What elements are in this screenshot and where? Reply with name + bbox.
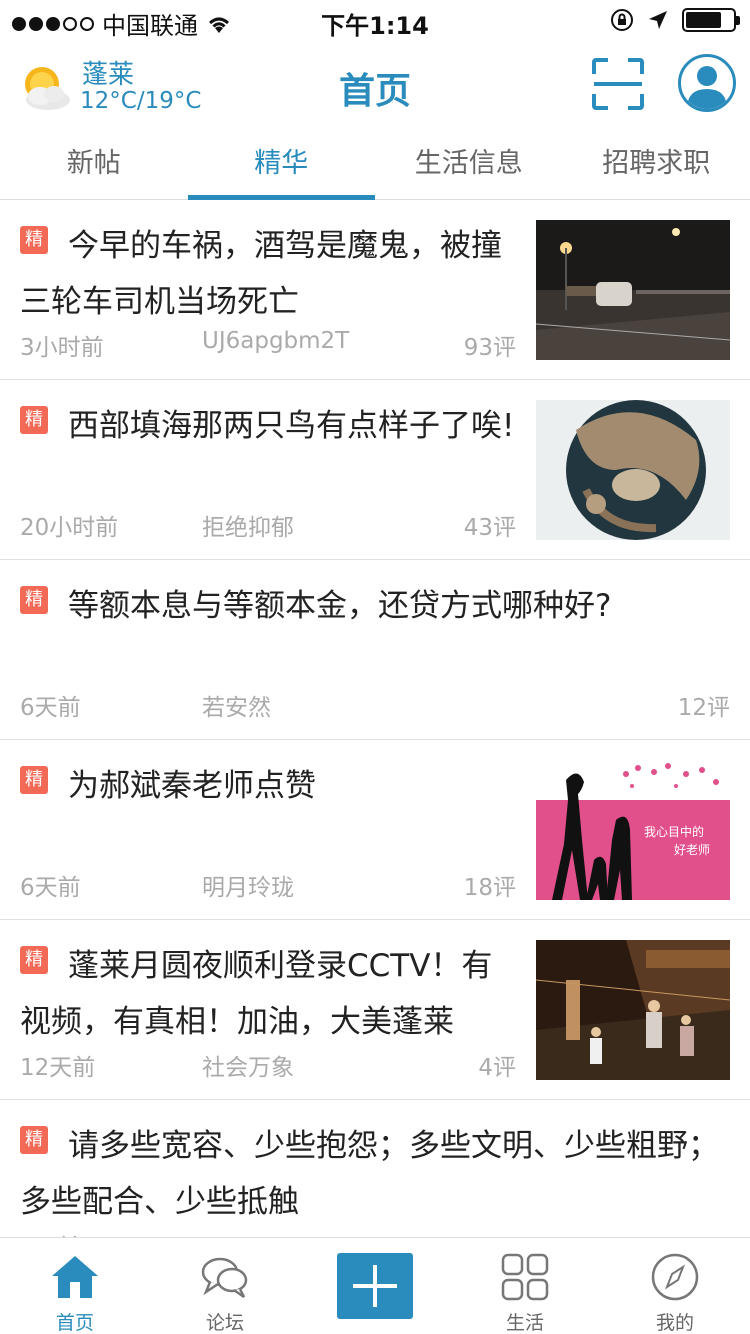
comment-count: 43评 [463,515,516,541]
post-time: 6天前 [20,695,81,721]
tabbar-label: 我的 [655,1312,694,1334]
bottom-tab-bar: 首页 论坛 生活 我的 [0,1237,750,1334]
thumb-caption-line2: 好老师 [674,843,710,857]
list-item[interactable]: 精 请多些宽容、少些抱怨；多些文明、少些粗野；多些配合、少些抵触 7天前 [0,1100,750,1237]
grid-icon [501,1253,549,1301]
post-author: 拒绝抑郁 [202,515,294,541]
category-tabs: 新帖 精华 生活信息 招聘求职 [0,132,750,200]
list-item[interactable]: 精 蓬莱月圆夜顺利登录CCTV！有视频，有真相！加油，大美蓬莱 12天前 社会万… [0,920,750,1100]
post-title: 蓬莱月圆夜顺利登录CCTV！有视频，有真相！加油，大美蓬莱 [20,948,493,1040]
list-item[interactable]: 精 西部填海那两只鸟有点样子了唉! 20小时前 拒绝抑郁 43评 [0,380,750,560]
app-header: 蓬莱 12°C/19°C 首页 [0,40,750,132]
compass-icon [651,1253,699,1301]
post-title: 为郝斌秦老师点赞 [68,768,316,804]
post-title: 等额本息与等额本金，还贷方式哪种好? [68,588,612,624]
post-list: 精 今早的车祸，酒驾是魔鬼，被撞三轮车司机当场死亡 3小时前 UJ6apgbm2… [0,200,750,1237]
tab-life-info[interactable]: 生活信息 [375,132,563,199]
user-avatar[interactable] [678,54,736,112]
post-title: 西部填海那两只鸟有点样子了唉! [68,408,515,444]
tabbar-label: 首页 [55,1312,94,1334]
tab-featured[interactable]: 精华 [187,132,376,200]
tab-new-posts[interactable]: 新帖 [0,132,188,199]
post-thumbnail[interactable]: 我心目中的 好老师 [536,760,730,900]
tabbar-label: 论坛 [205,1312,244,1334]
comment-count: 93评 [463,335,516,361]
comment-count: 4评 [478,1055,516,1081]
battery-icon [682,8,740,32]
user-icon [687,66,727,109]
plus-icon [353,1265,397,1307]
post-author: 社会万象 [202,1055,294,1081]
new-post-button[interactable] [337,1253,413,1319]
post-thumbnail[interactable] [536,940,730,1080]
post-title: 今早的车祸，酒驾是魔鬼，被撞三轮车司机当场死亡 [20,228,502,320]
list-item[interactable]: 精 等额本息与等额本金，还贷方式哪种好? 6天前 若安然 12评 [0,560,750,740]
rotation-lock-icon [611,9,633,31]
post-time: 12天前 [20,1055,96,1081]
post-time: 7天前 [20,1228,81,1237]
tabbar-label: 生活 [505,1312,544,1334]
list-item[interactable]: 精 为郝斌秦老师点赞 6天前 明月玲珑 18评 我心目中的 好老师 [0,740,750,920]
tabbar-profile[interactable]: 我的 [600,1238,750,1334]
post-thumbnail[interactable] [536,220,730,360]
status-bar: 中国联通 下午1:14 [0,0,750,40]
tabbar-home[interactable]: 首页 [0,1238,150,1334]
location-arrow-icon [649,11,667,29]
scan-icon[interactable] [592,58,644,110]
post-time: 20小时前 [20,515,119,541]
comment-count: 12评 [677,695,730,721]
tab-jobs[interactable]: 招聘求职 [563,132,750,199]
post-time: 3小时前 [20,335,104,361]
post-time: 6天前 [20,875,81,901]
thumb-caption-line1: 我心目中的 [644,824,704,839]
list-item[interactable]: 精 今早的车祸，酒驾是魔鬼，被撞三轮车司机当场死亡 3小时前 UJ6apgbm2… [0,200,750,380]
tabbar-life[interactable]: 生活 [450,1238,600,1334]
post-author: 明月玲珑 [202,875,294,901]
tabbar-forum[interactable]: 论坛 [150,1238,300,1334]
post-thumbnail[interactable] [536,400,730,540]
post-title: 请多些宽容、少些抱怨；多些文明、少些粗野；多些配合、少些抵触 [20,1128,719,1220]
chat-bubbles-icon [201,1257,248,1299]
post-author: 若安然 [202,695,271,721]
comment-count: 18评 [463,875,516,901]
home-icon [52,1256,98,1298]
post-author: UJ6apgbm2T [202,328,350,354]
